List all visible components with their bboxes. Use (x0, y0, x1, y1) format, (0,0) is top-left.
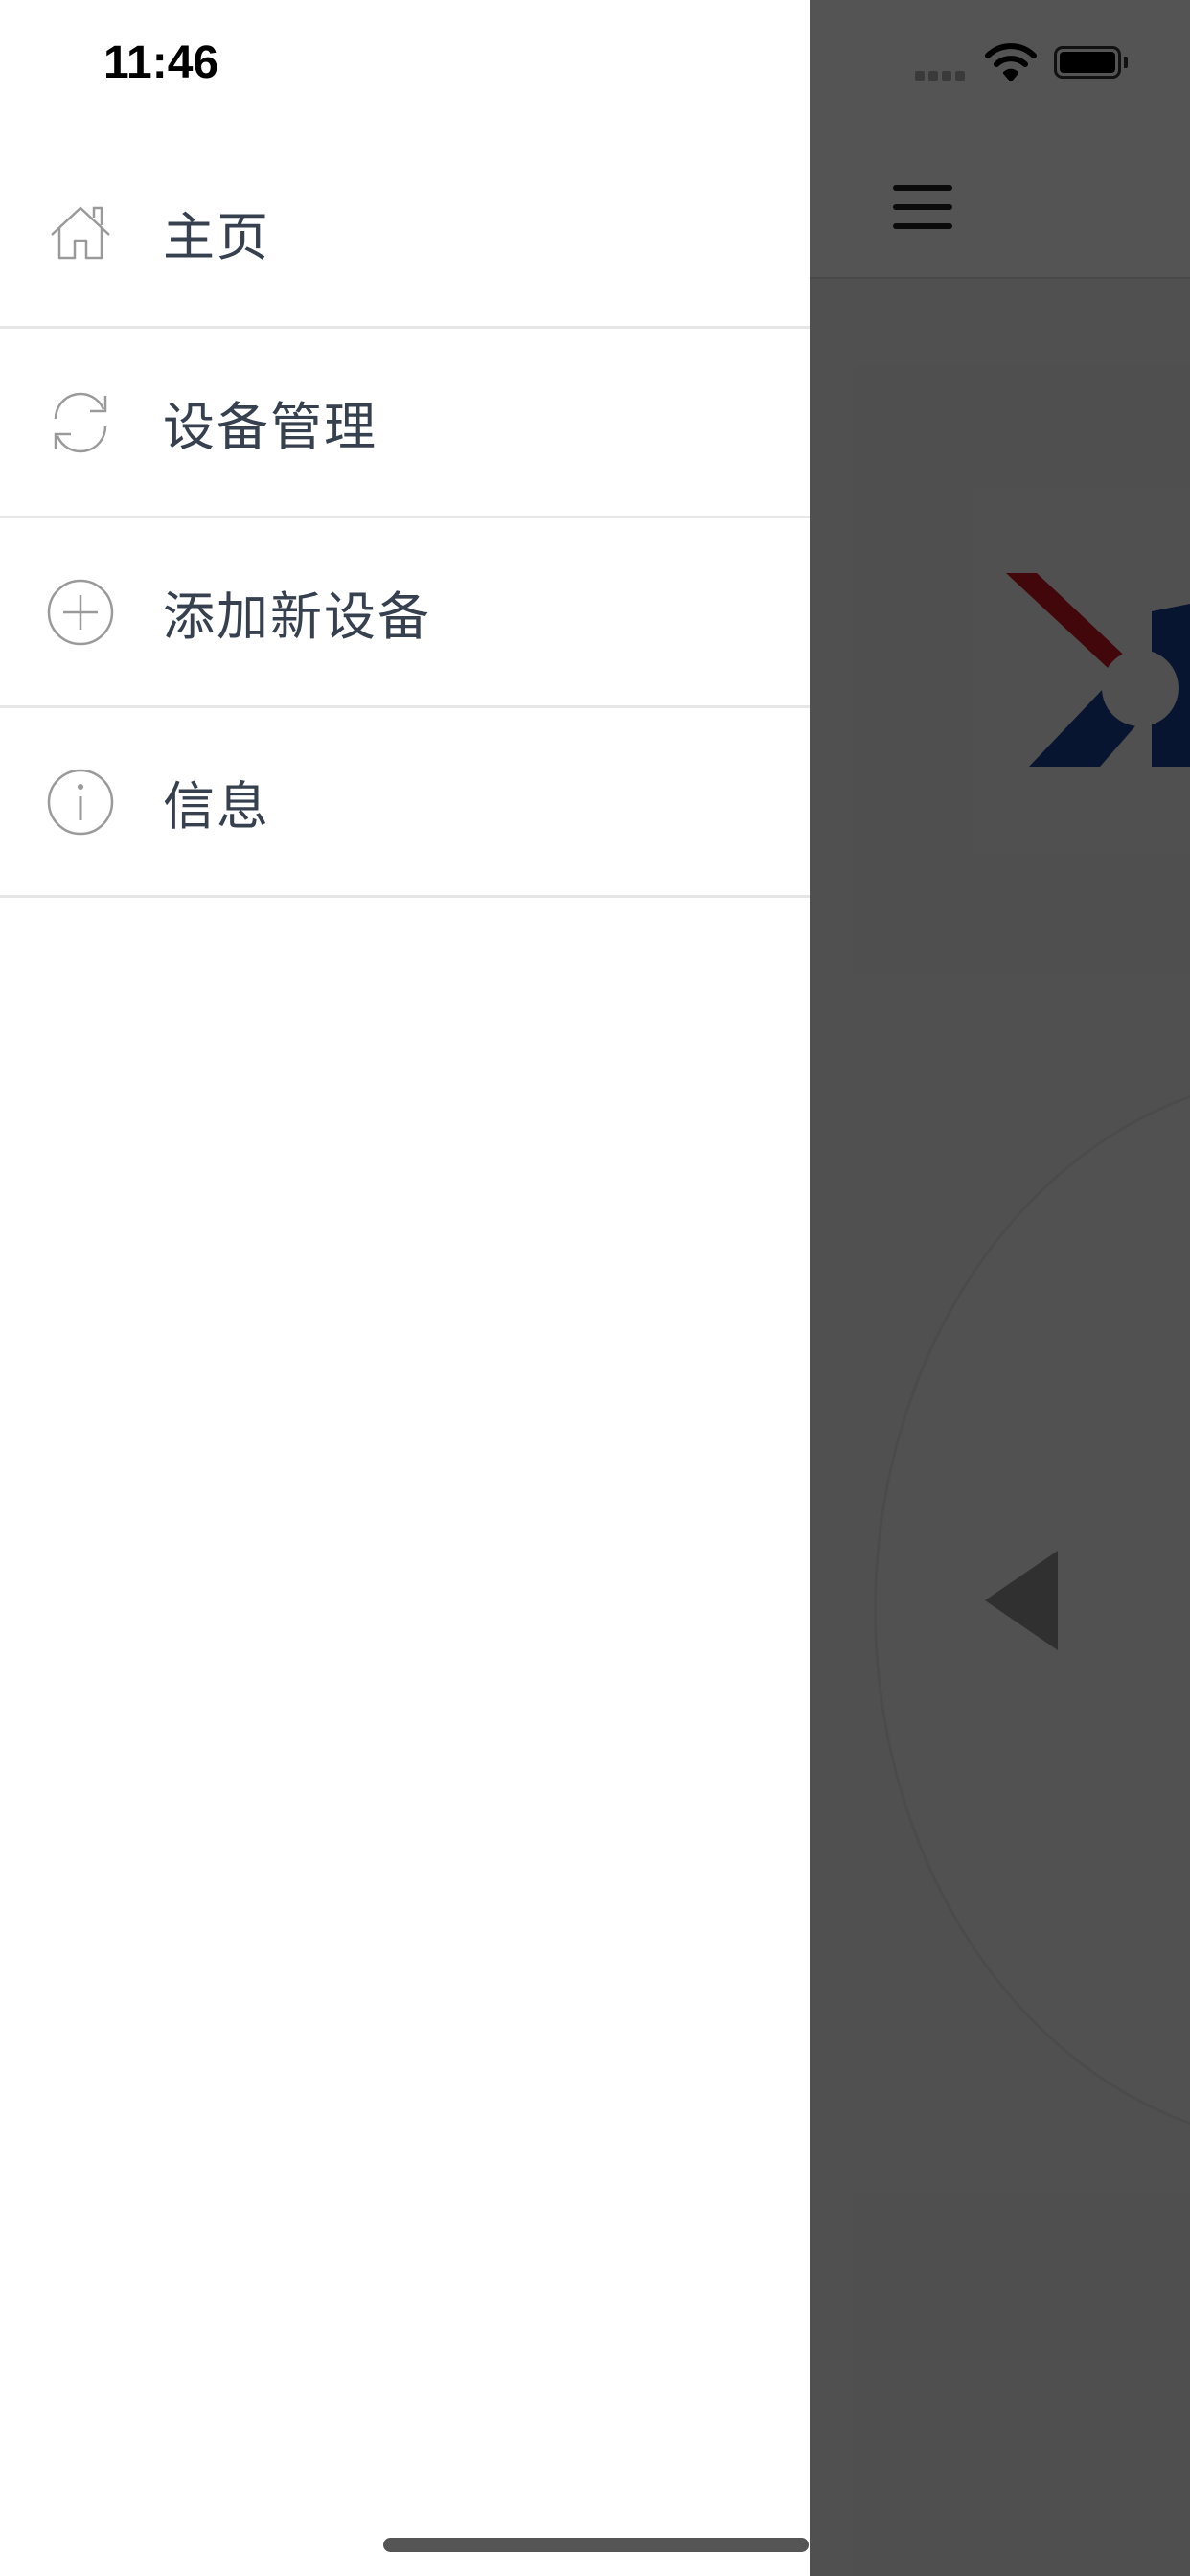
refresh-icon (54, 392, 107, 452)
add-circle-icon (47, 579, 114, 645)
drawer-menu: 主页 设备管理 添加新设备 信息 (0, 139, 810, 898)
wifi-icon (985, 43, 1037, 81)
screen: 11:46 主页 设备管理 添加新设备 信息 (0, 0, 1190, 2576)
status-icons (915, 42, 1135, 84)
menu-item-info[interactable]: 信息 (0, 708, 810, 898)
home-icon (51, 206, 110, 259)
menu-item-home[interactable]: 主页 (0, 139, 810, 329)
status-time: 11:46 (103, 37, 219, 88)
menu-item-label: 主页 (163, 207, 270, 267)
menu-item-label: 添加新设备 (163, 586, 431, 647)
menu-item-label: 信息 (163, 776, 270, 837)
menu-item-device-management[interactable]: 设备管理 (0, 329, 810, 518)
battery-icon (1054, 46, 1121, 79)
menu-item-add-device[interactable]: 添加新设备 (0, 518, 810, 708)
home-indicator[interactable] (383, 2538, 809, 2552)
side-drawer: 主页 设备管理 添加新设备 信息 (0, 0, 810, 2576)
info-icon (47, 769, 114, 835)
menu-item-label: 设备管理 (163, 397, 378, 457)
battery-cap (1124, 57, 1128, 68)
